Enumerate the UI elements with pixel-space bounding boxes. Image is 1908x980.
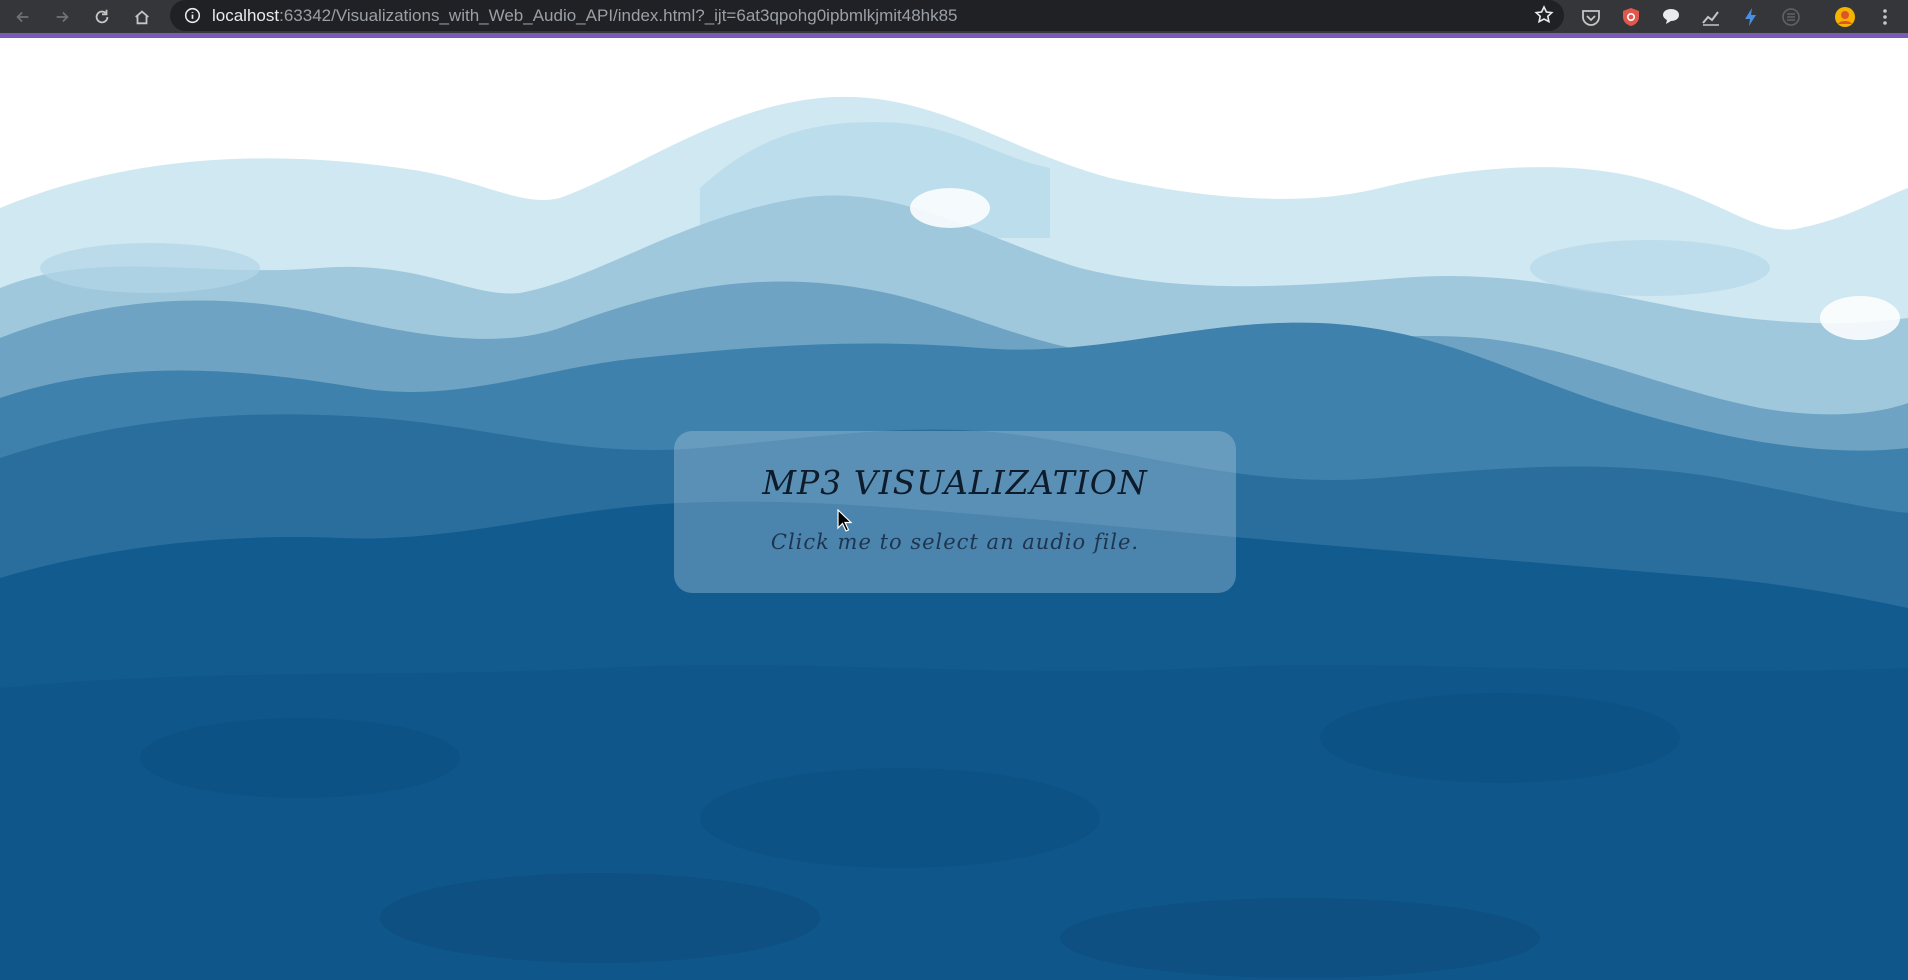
page-title: MP3 VISUALIZATION <box>762 463 1148 502</box>
browser-toolbar: localhost:63342/Visualizations_with_Web_… <box>0 0 1908 38</box>
back-arrow-icon[interactable] <box>8 2 38 32</box>
shield-icon[interactable] <box>1618 4 1644 30</box>
bookmark-star-icon[interactable] <box>1534 5 1554 25</box>
profile-avatar-icon[interactable] <box>1832 4 1858 30</box>
address-bar[interactable]: localhost:63342/Visualizations_with_Web_… <box>170 0 1564 31</box>
pocket-icon[interactable] <box>1578 4 1604 30</box>
mouse-pointer-icon <box>837 509 853 532</box>
info-icon[interactable] <box>184 7 201 24</box>
reload-icon[interactable] <box>87 2 117 32</box>
forward-arrow-icon[interactable] <box>47 2 77 32</box>
bolt-icon[interactable] <box>1738 4 1764 30</box>
url-host: localhost <box>212 6 280 25</box>
file-select-card[interactable]: MP3 VISUALIZATION Click me to select an … <box>674 431 1236 593</box>
url-path: :63342/Visualizations_with_Web_Audio_API… <box>279 6 958 25</box>
translate-icon[interactable] <box>1778 4 1804 30</box>
chat-icon[interactable] <box>1658 4 1684 30</box>
menu-kebab-icon[interactable] <box>1872 4 1898 30</box>
home-icon[interactable] <box>127 2 157 32</box>
url-text[interactable]: localhost:63342/Visualizations_with_Web_… <box>212 6 958 26</box>
page-viewport: MP3 VISUALIZATION Click me to select an … <box>0 38 1908 980</box>
chart-icon[interactable] <box>1698 4 1724 30</box>
select-audio-prompt[interactable]: Click me to select an audio file. <box>674 502 1236 554</box>
